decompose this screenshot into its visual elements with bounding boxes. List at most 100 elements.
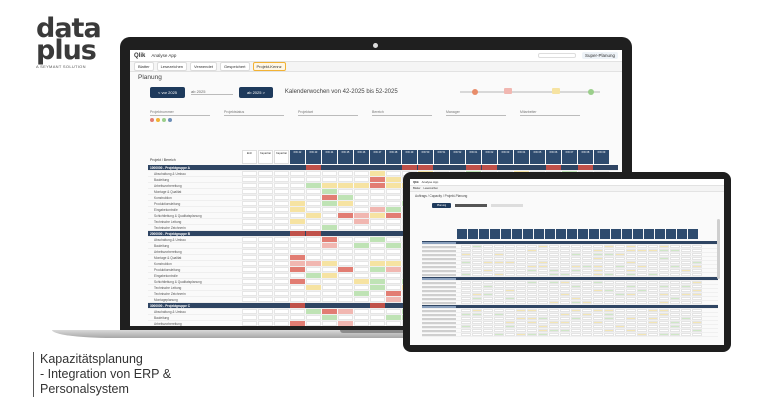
- tablet-cell[interactable]: [659, 281, 669, 284]
- tablet-cell[interactable]: [494, 281, 504, 284]
- grid-cell[interactable]: [258, 213, 273, 218]
- grid-cell[interactable]: [322, 273, 337, 278]
- tablet-cell[interactable]: [461, 289, 471, 292]
- grid-cell[interactable]: [290, 225, 305, 230]
- tablet-cell[interactable]: [483, 305, 493, 308]
- tablet-cell[interactable]: [483, 269, 493, 272]
- tablet-cell[interactable]: [461, 329, 471, 332]
- grid-cell[interactable]: [274, 249, 289, 254]
- tablet-cell[interactable]: [549, 305, 559, 308]
- tablet-cell[interactable]: [483, 301, 493, 304]
- tablet-cell[interactable]: [681, 273, 691, 276]
- grid-cell[interactable]: [386, 255, 401, 260]
- tablet-cell[interactable]: [549, 273, 559, 276]
- tablet-cell[interactable]: [549, 289, 559, 292]
- tablet-cell[interactable]: [516, 253, 526, 256]
- tablet-cell[interactable]: [472, 265, 482, 268]
- tablet-cell[interactable]: [604, 257, 614, 260]
- grid-cell[interactable]: [370, 225, 385, 230]
- tablet-cell[interactable]: [626, 241, 636, 244]
- tablet-cell[interactable]: [527, 325, 537, 328]
- grid-cell[interactable]: [338, 189, 353, 194]
- tablet-cell[interactable]: [604, 317, 614, 320]
- tablet-cell[interactable]: [538, 285, 548, 288]
- tablet-cell[interactable]: [527, 313, 537, 316]
- grid-cell[interactable]: [306, 273, 321, 278]
- tablet-cell[interactable]: [461, 273, 471, 276]
- tablet-cell[interactable]: [582, 281, 592, 284]
- grid-cell[interactable]: [242, 297, 257, 302]
- grid-cell[interactable]: [258, 255, 273, 260]
- grid-cell[interactable]: [258, 201, 273, 206]
- tablet-cell[interactable]: [494, 253, 504, 256]
- tablet-cell[interactable]: [483, 285, 493, 288]
- tablet-cell[interactable]: [494, 305, 504, 308]
- grid-cell[interactable]: [322, 261, 337, 266]
- tablet-cell[interactable]: [549, 277, 559, 280]
- grid-cell[interactable]: [290, 213, 305, 218]
- tablet-cell[interactable]: [483, 321, 493, 324]
- tablet-cell[interactable]: [604, 289, 614, 292]
- grid-cell[interactable]: [322, 195, 337, 200]
- tablet-cell[interactable]: [670, 241, 680, 244]
- grid-cell[interactable]: [322, 213, 337, 218]
- tablet-cell[interactable]: [692, 309, 702, 312]
- tablet-cell[interactable]: [560, 273, 570, 276]
- tablet-cell[interactable]: [637, 273, 647, 276]
- tablet-cell[interactable]: [626, 249, 636, 252]
- tablet-cell[interactable]: [637, 257, 647, 260]
- grid-cell[interactable]: [322, 321, 337, 326]
- tablet-cell[interactable]: [494, 269, 504, 272]
- tablet-cell[interactable]: [461, 305, 471, 308]
- tablet-cell[interactable]: [549, 317, 559, 320]
- tablet-cell[interactable]: [582, 325, 592, 328]
- tablet-cell[interactable]: [505, 305, 515, 308]
- tablet-cell[interactable]: [527, 265, 537, 268]
- tablet-cell[interactable]: [681, 241, 691, 244]
- tablet-cell[interactable]: [637, 329, 647, 332]
- tablet-cell[interactable]: [648, 309, 658, 312]
- tablet-cell[interactable]: [692, 321, 702, 324]
- grid-cell[interactable]: [322, 243, 337, 248]
- tablet-cell[interactable]: [593, 293, 603, 296]
- tablet-cell[interactable]: [659, 325, 669, 328]
- tablet-cell[interactable]: [604, 249, 614, 252]
- grid-cell[interactable]: [338, 273, 353, 278]
- grid-cell[interactable]: [242, 309, 257, 314]
- grid-cell[interactable]: [242, 243, 257, 248]
- grid-cell[interactable]: [258, 315, 273, 320]
- tablet-cell[interactable]: [648, 273, 658, 276]
- tablet-cell[interactable]: [604, 241, 614, 244]
- grid-cell[interactable]: [370, 207, 385, 212]
- grid-cell[interactable]: [386, 297, 401, 302]
- grid-cell[interactable]: [306, 267, 321, 272]
- grid-cell[interactable]: [338, 237, 353, 242]
- tablet-cell[interactable]: [571, 329, 581, 332]
- grid-cell[interactable]: [370, 195, 385, 200]
- tablet-cell[interactable]: [516, 245, 526, 248]
- tablet-cell[interactable]: [538, 329, 548, 332]
- tablet-cell[interactable]: [549, 253, 559, 256]
- grid-cell[interactable]: [258, 261, 273, 266]
- tablet-cell[interactable]: [670, 297, 680, 300]
- tablet-cell[interactable]: [593, 277, 603, 280]
- grid-cell[interactable]: [306, 291, 321, 296]
- grid-cell[interactable]: [386, 213, 401, 218]
- grid-cell[interactable]: [370, 273, 385, 278]
- tablet-cell[interactable]: [648, 329, 658, 332]
- tablet-cell[interactable]: [549, 269, 559, 272]
- tablet-cell[interactable]: [472, 329, 482, 332]
- grid-cell[interactable]: [258, 243, 273, 248]
- grid-cell[interactable]: [386, 249, 401, 254]
- grid-cell[interactable]: [290, 297, 305, 302]
- grid-cell[interactable]: [386, 171, 401, 176]
- tablet-cell[interactable]: [505, 241, 515, 244]
- tablet-cell[interactable]: [527, 277, 537, 280]
- tablet-cell[interactable]: [527, 305, 537, 308]
- tablet-cell[interactable]: [560, 257, 570, 260]
- grid-cell[interactable]: [386, 195, 401, 200]
- grid-cell[interactable]: [354, 225, 369, 230]
- tablet-cell[interactable]: [681, 325, 691, 328]
- grid-cell[interactable]: [258, 225, 273, 230]
- tablet-cell[interactable]: [472, 245, 482, 248]
